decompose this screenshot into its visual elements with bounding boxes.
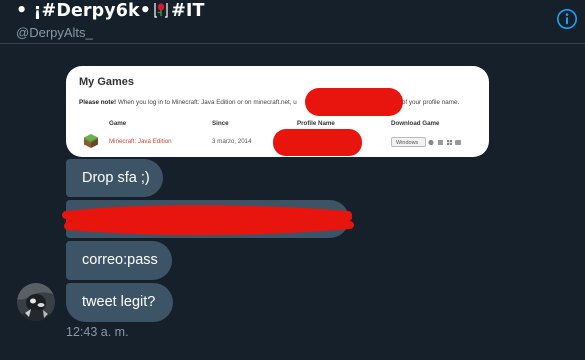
sender-avatar[interactable]	[17, 283, 55, 321]
redaction-profile-name	[273, 129, 362, 156]
message-text: tweet legit?	[82, 294, 156, 310]
conversation-handle[interactable]: @DerpyAlts_	[16, 25, 93, 40]
note-text: When you log in to Minecraft: Java Editi…	[116, 99, 297, 106]
conversation-title[interactable]: • ¡#Derpy6k• #IT	[16, 1, 205, 21]
title-left: • ¡#Derpy6k•	[16, 1, 152, 21]
note-bold: Please note!	[79, 99, 117, 106]
redaction-email	[305, 88, 403, 116]
shared-image-message[interactable]: My Games Please note! When you log in to…	[66, 66, 489, 157]
my-games-title: My Games	[79, 76, 135, 88]
message-bubble[interactable]: tweet legit?	[66, 283, 173, 322]
message-bubble[interactable]: correo:pass	[66, 241, 172, 280]
message-text: Drop sfa ;)	[82, 170, 150, 186]
column-game: Game	[109, 120, 127, 127]
rose-emoji-icon	[154, 3, 168, 18]
conversation-header: • ¡#Derpy6k• #IT @DerpyAlts_	[0, 0, 585, 43]
os-platform-icons	[428, 139, 461, 146]
header-divider	[0, 43, 585, 44]
message-timestamp: 12:43 a. m.	[66, 325, 129, 339]
title-right: #IT	[171, 1, 205, 21]
windows-download-button: Windows	[391, 137, 426, 147]
game-since: 3 marzo, 2014	[212, 138, 252, 145]
message-bubble[interactable]: Drop sfa ;)	[66, 159, 163, 197]
column-since: Since	[212, 120, 229, 127]
redaction-scribble	[62, 205, 354, 236]
game-name-link: Minecraft: Java Edition	[109, 138, 172, 145]
info-icon[interactable]	[556, 8, 578, 30]
grass-block-icon	[84, 134, 98, 148]
column-profile-name: Profile Name	[297, 120, 335, 127]
column-download-game: Download Game	[391, 120, 440, 127]
avatar-image	[17, 283, 55, 321]
message-text: correo:pass	[82, 252, 158, 268]
